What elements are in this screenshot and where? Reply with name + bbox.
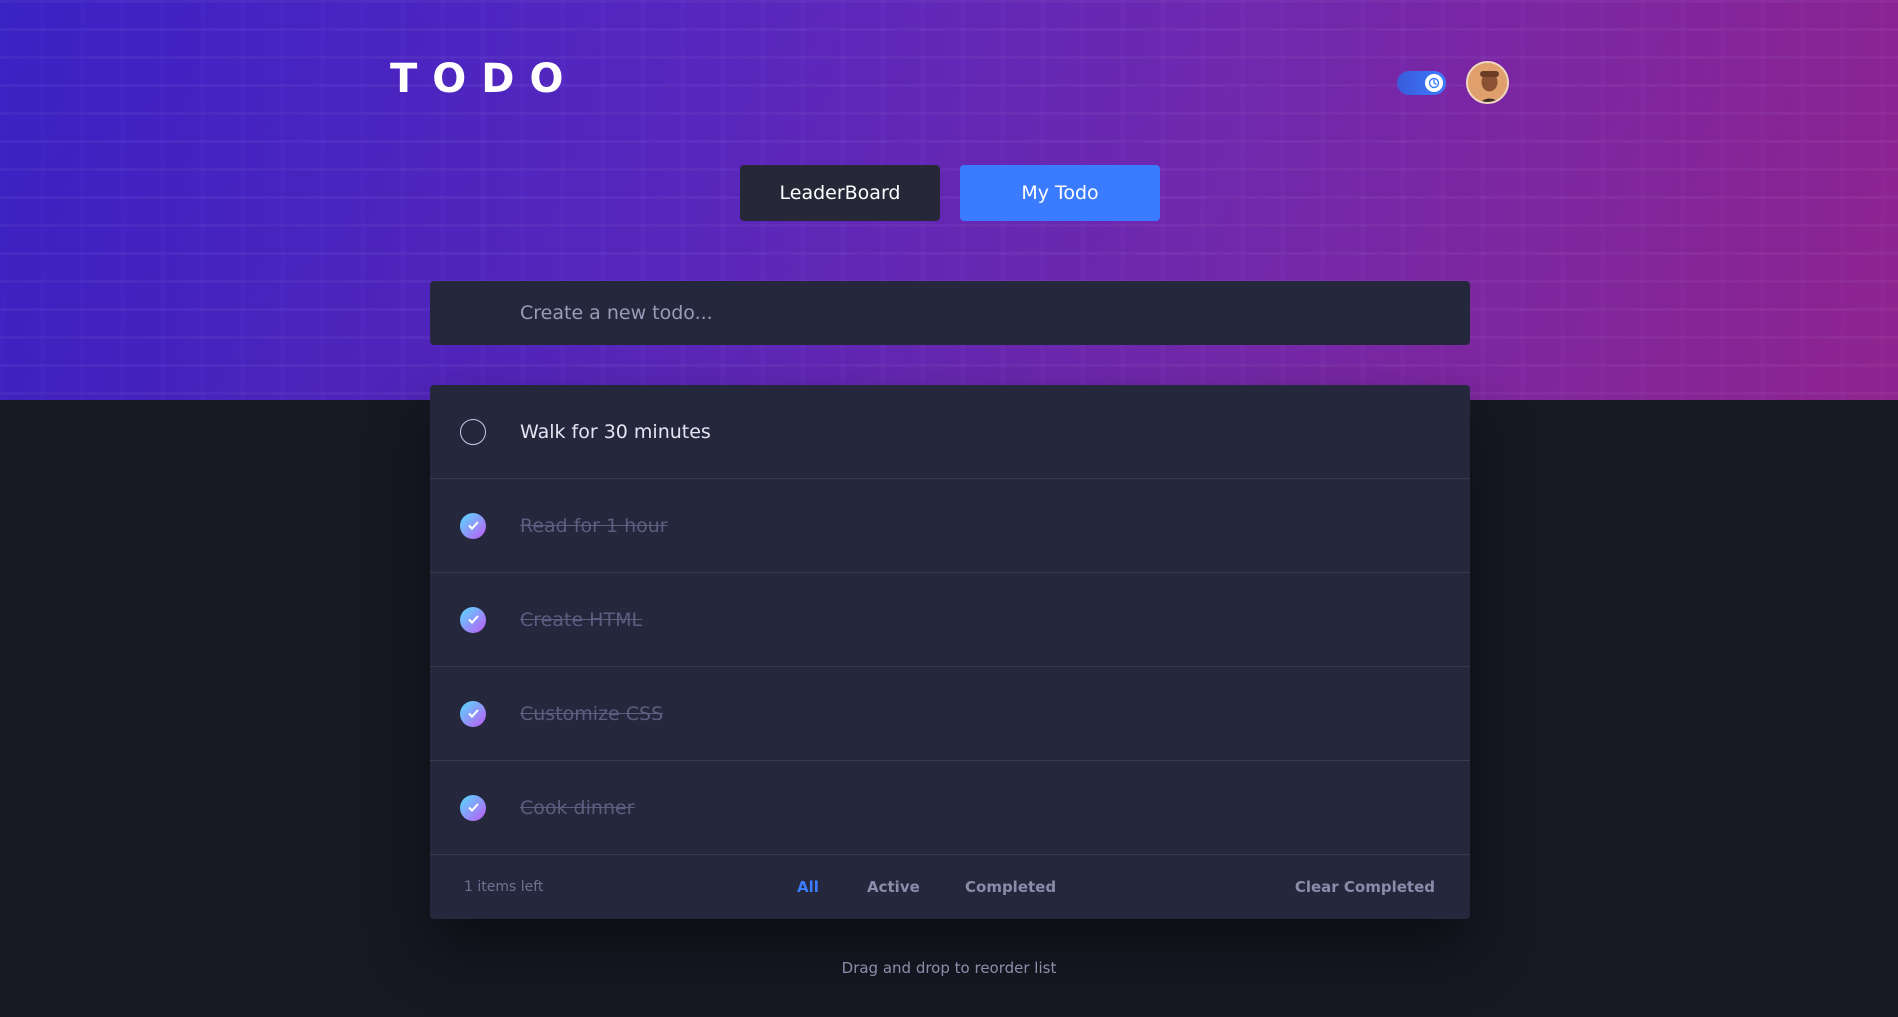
filter-completed[interactable]: Completed	[965, 878, 1056, 896]
filter-all[interactable]: All	[797, 878, 819, 896]
new-todo-bar	[430, 281, 1470, 345]
filter-active[interactable]: Active	[867, 878, 920, 896]
check-icon	[467, 615, 479, 624]
theme-toggle[interactable]	[1397, 71, 1446, 95]
todo-checkbox[interactable]	[460, 606, 486, 633]
list-footer: 1 items left All Active Completed Clear …	[430, 855, 1470, 919]
todo-checkbox[interactable]	[460, 700, 486, 727]
todo-checkbox[interactable]	[460, 512, 486, 539]
todo-item[interactable]: Cook dinner	[430, 761, 1470, 855]
todo-item[interactable]: Create HTML	[430, 573, 1470, 667]
check-icon	[467, 521, 479, 530]
todo-text: Customize CSS	[520, 702, 664, 725]
user-avatar[interactable]	[1466, 61, 1509, 104]
app-logo: TODO	[390, 56, 579, 102]
tab-my-todo[interactable]: My Todo	[960, 165, 1160, 221]
todo-text: Cook dinner	[520, 796, 635, 819]
moon-icon	[1425, 74, 1443, 92]
todo-checkbox[interactable]	[460, 418, 486, 445]
check-icon	[467, 803, 479, 812]
new-todo-input[interactable]	[520, 302, 1420, 324]
check-icon	[467, 709, 479, 718]
todo-text: Walk for 30 minutes	[520, 420, 711, 443]
todo-item[interactable]: Read for 1 hour	[430, 479, 1470, 573]
tab-leaderboard[interactable]: LeaderBoard	[740, 165, 940, 221]
reorder-hint: Drag and drop to reorder list	[841, 959, 1057, 977]
clear-completed-button[interactable]: Clear Completed	[1295, 878, 1435, 896]
items-left-count: 1 items left	[464, 879, 544, 895]
todo-item[interactable]: Walk for 30 minutes	[430, 385, 1470, 479]
todo-list: Walk for 30 minutes Read for 1 hour Crea…	[430, 385, 1470, 919]
todo-text: Read for 1 hour	[520, 514, 668, 537]
todo-item[interactable]: Customize CSS	[430, 667, 1470, 761]
todo-text: Create HTML	[520, 608, 643, 631]
todo-checkbox[interactable]	[460, 794, 486, 821]
